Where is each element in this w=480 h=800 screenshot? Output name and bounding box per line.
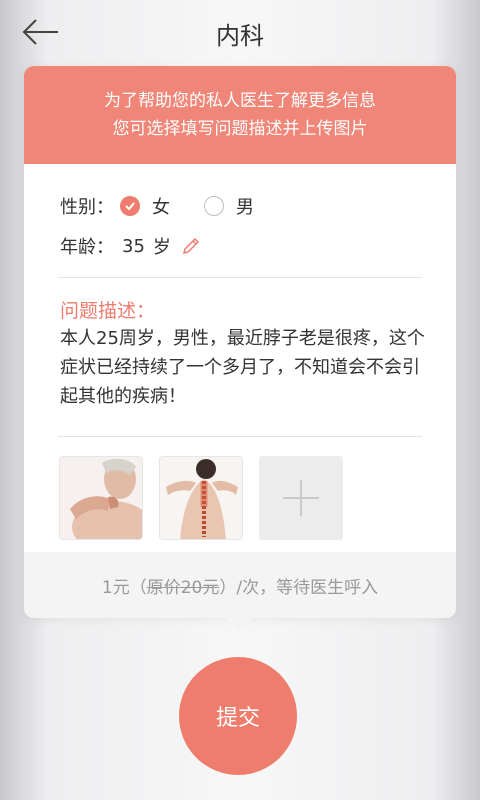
gender-label: 性别： [60,197,114,218]
description-label: 问题描述： [60,300,156,322]
unchecked-radio-icon [204,196,224,216]
gender-option-male[interactable]: 男 [198,193,254,219]
photo-thumbnail-back[interactable] [159,456,243,540]
price-suffix: ）/次，等待医生呼入 [219,577,379,598]
info-banner: 为了帮助您的私人医生了解更多信息 您可选择填写问题描述并上传图片 [24,66,456,164]
original-price: 原价20元 [146,577,220,598]
divider [58,277,422,278]
description-text[interactable]: 本人25周岁，男性，最近脖子老是很疼，这个症状已经持续了一个多月了，不知道会不会… [60,324,430,411]
gender-option-male-label: 男 [236,197,254,218]
gender-option-female[interactable]: 女 [114,193,170,219]
age-label: 年龄： [60,237,114,258]
photo-thumbnail-shoulder[interactable] [59,456,143,540]
checked-radio-icon [120,196,140,216]
pencil-icon[interactable] [181,236,201,256]
divider [58,436,422,437]
banner-line-1: 为了帮助您的私人医生了解更多信息 [104,91,376,111]
page-title: 内科 [216,22,264,50]
add-photo-button[interactable] [259,456,343,540]
plus-icon [283,480,319,516]
top-bar: 内科 [0,0,480,64]
banner-line-2: 您可选择填写问题描述并上传图片 [112,119,368,139]
price-text: 1元（ [101,577,147,598]
submit-button[interactable]: 提交 [179,657,297,775]
age-unit: 岁 [152,237,171,258]
consultation-card: 为了帮助您的私人医生了解更多信息 您可选择填写问题描述并上传图片 性别： 女 男… [24,66,456,618]
gender-option-female-label: 女 [152,197,170,218]
gender-row: 性别： 女 男 [60,193,282,219]
age-value: 35 [122,235,145,257]
age-row: 年龄： 35 岁 [60,233,201,259]
